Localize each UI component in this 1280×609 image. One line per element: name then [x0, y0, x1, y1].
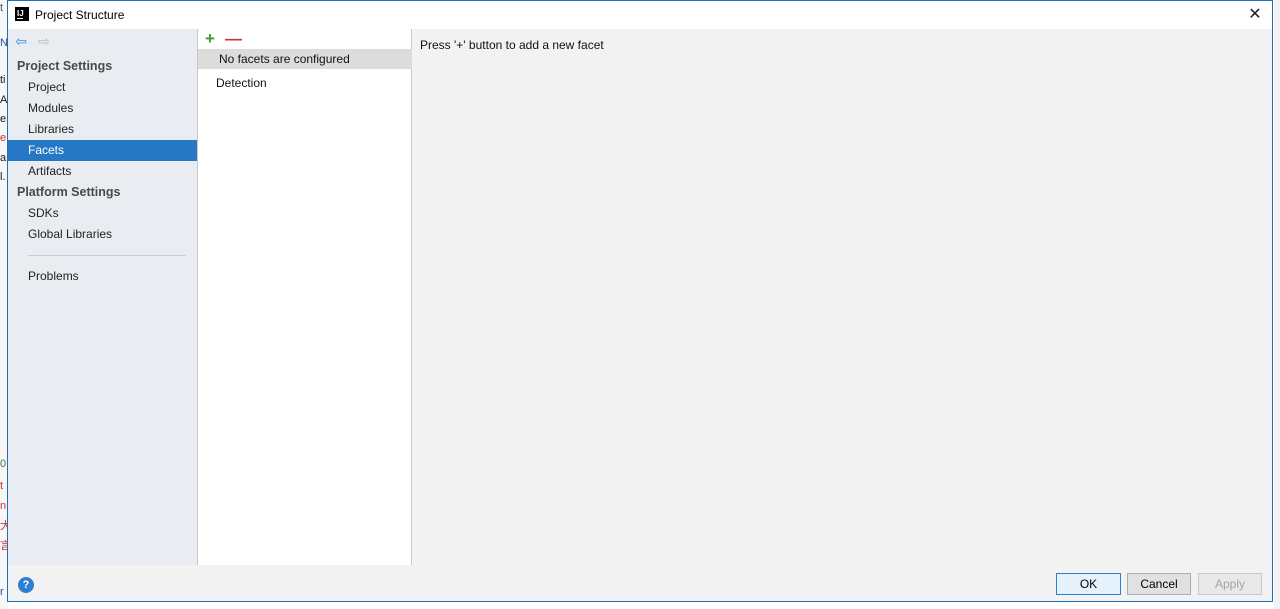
- no-facets-message: No facets are configured: [198, 49, 412, 69]
- nav-item-libraries[interactable]: Libraries: [8, 119, 197, 140]
- bg-text: 0: [0, 458, 7, 470]
- facet-list-panel: + — No facets are configured Detection: [197, 29, 412, 565]
- dialog-footer: ? OK Cancel Apply: [8, 565, 1272, 601]
- nav-item-artifacts[interactable]: Artifacts: [8, 161, 197, 182]
- platform-settings-heading: Platform Settings: [17, 185, 121, 199]
- back-arrow-icon[interactable]: ⇦: [13, 33, 29, 49]
- forward-arrow-icon[interactable]: ⇨: [36, 33, 52, 49]
- remove-facet-icon[interactable]: —: [225, 30, 242, 47]
- add-facet-icon[interactable]: +: [202, 30, 218, 47]
- facet-item-detection[interactable]: Detection: [198, 73, 412, 93]
- nav-divider: [28, 255, 186, 256]
- add-facet-hint: Press '+' button to add a new facet: [420, 38, 604, 52]
- intellij-app-icon: IJ: [15, 7, 29, 21]
- bg-text: t: [0, 2, 4, 14]
- settings-navigation: ⇦ ⇨ Project Settings Project Modules Lib…: [8, 29, 197, 565]
- background-app-right-edge: [1274, 0, 1280, 609]
- nav-item-global-libraries[interactable]: Global Libraries: [8, 224, 197, 245]
- ok-button[interactable]: OK: [1056, 573, 1121, 595]
- nav-item-sdks[interactable]: SDKs: [8, 203, 197, 224]
- apply-button[interactable]: Apply: [1198, 573, 1262, 595]
- facet-detail-panel: Press '+' button to add a new facet: [412, 29, 1272, 565]
- close-icon[interactable]: ✕: [1244, 4, 1266, 26]
- nav-item-facets[interactable]: Facets: [8, 140, 197, 161]
- window-title: Project Structure: [35, 8, 125, 22]
- bg-text: a: [0, 152, 7, 164]
- project-structure-dialog: IJ Project Structure ✕ ⇦ ⇨ Project Setti…: [7, 0, 1273, 602]
- project-settings-heading: Project Settings: [17, 59, 113, 73]
- bg-text: ti: [0, 74, 6, 86]
- bg-text: e: [0, 132, 7, 144]
- bg-text: l.: [0, 171, 6, 183]
- nav-item-project[interactable]: Project: [8, 77, 197, 98]
- cancel-button[interactable]: Cancel: [1127, 573, 1191, 595]
- bg-text: t: [0, 480, 4, 492]
- title-bar[interactable]: IJ Project Structure ✕: [8, 1, 1272, 29]
- nav-item-problems[interactable]: Problems: [8, 266, 197, 287]
- help-icon[interactable]: ?: [18, 577, 34, 593]
- bg-text: n: [0, 500, 7, 512]
- bg-text: r: [0, 586, 4, 598]
- nav-item-modules[interactable]: Modules: [8, 98, 197, 119]
- bg-text: e: [0, 113, 7, 125]
